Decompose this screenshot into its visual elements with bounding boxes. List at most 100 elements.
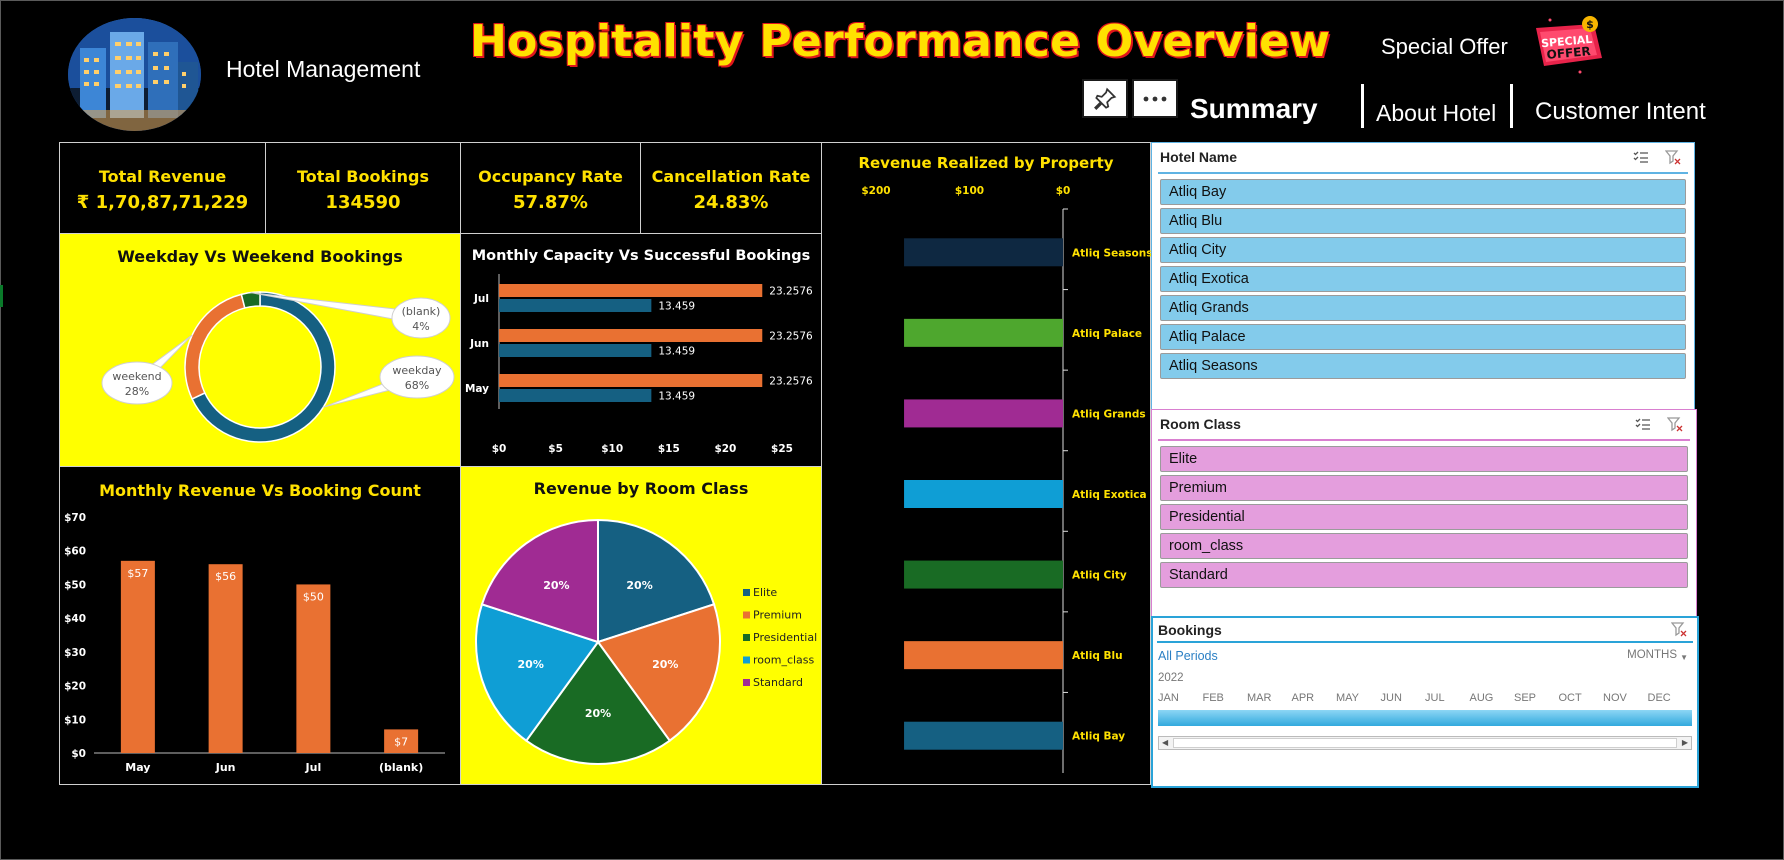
timeline-month[interactable]: MAY — [1336, 692, 1359, 704]
category-label: Atliq Bay — [1072, 731, 1125, 743]
slicer-divider — [1157, 641, 1693, 643]
multi-select-icon[interactable] — [1632, 148, 1650, 166]
x-tick-label: $25 — [771, 443, 793, 455]
bar-value-label: $7 — [394, 735, 408, 748]
bar-value-label: $56 — [215, 570, 236, 583]
timeline-month[interactable]: AUG — [1470, 692, 1494, 704]
category-label: Jul — [305, 761, 322, 774]
x-tick-label: $10 — [601, 443, 623, 455]
category-label: (blank) — [379, 761, 423, 774]
slicer-item[interactable]: room_class — [1160, 533, 1688, 559]
special-offer-label[interactable]: Special Offer — [1381, 34, 1508, 60]
timeline-month[interactable]: FEB — [1203, 692, 1224, 704]
timeline-month[interactable]: APR — [1292, 692, 1315, 704]
slicer-item[interactable]: Atliq Seasons — [1160, 353, 1686, 379]
kpi-label: Total Revenue — [98, 167, 227, 186]
category-label: Jun — [469, 338, 489, 350]
clear-filter-icon[interactable] — [1664, 148, 1682, 166]
timeline-month[interactable]: JUL — [1425, 692, 1445, 704]
donut-slice — [184, 293, 246, 400]
slicer-item[interactable]: Atliq Palace — [1160, 324, 1686, 350]
timeline-month[interactable]: SEP — [1514, 692, 1536, 704]
slicer-item[interactable]: Elite — [1160, 446, 1688, 472]
timeline-month[interactable]: OCT — [1559, 692, 1582, 704]
capacity-bar — [499, 329, 763, 342]
scroll-right-icon[interactable]: ▶ — [1682, 738, 1688, 747]
slicer-item[interactable]: Premium — [1160, 475, 1688, 501]
legend-label: Presidential — [753, 631, 817, 644]
legend-label: Elite — [753, 586, 777, 599]
clear-filter-icon[interactable] — [1666, 415, 1684, 433]
slicer-item[interactable]: Standard — [1160, 562, 1688, 588]
dashboard-title: Hospitality Performance Overview — [470, 16, 1331, 67]
legend-swatch — [743, 611, 750, 619]
timeline-title: Bookings — [1158, 622, 1222, 638]
room-class-panel: Revenue by Room Class 20% 20% 20% 20% 20% Eli… — [460, 466, 822, 785]
legend-label: Standard — [753, 676, 803, 689]
slicer-item[interactable]: Presidential — [1160, 504, 1688, 530]
slicer-title: Room Class — [1160, 416, 1241, 432]
brand-name: Hotel Management — [226, 56, 421, 82]
bar-value-label: 13.459 — [658, 301, 695, 313]
kpi-label: Total Bookings — [297, 167, 429, 186]
timeline-month[interactable]: DEC — [1648, 692, 1671, 704]
bar-value-label: $50 — [303, 590, 324, 603]
category-label: Atliq City — [1072, 570, 1127, 582]
slicer-item[interactable]: Atliq Blu — [1160, 208, 1686, 234]
timeline-month[interactable]: JAN — [1158, 692, 1179, 704]
room-class-pie: 20% 20% 20% 20% 20% Elite Premium Presidential r… — [475, 518, 817, 765]
nav-divider — [1510, 84, 1513, 128]
y-tick-label: $30 — [64, 647, 86, 659]
slicer-title: Hotel Name — [1160, 149, 1238, 165]
capacity-bar — [499, 344, 652, 357]
y-tick-label: $70 — [64, 512, 86, 524]
slicer-item[interactable]: Atliq Grands — [1160, 295, 1686, 321]
category-label: May — [465, 383, 489, 395]
legend-swatch — [743, 589, 750, 596]
x-tick-label: $0 — [1056, 185, 1071, 197]
chevron-down-icon[interactable]: ▼ — [1680, 653, 1688, 662]
capacity-bar — [499, 374, 763, 387]
property-bar — [904, 238, 1063, 267]
x-tick-label: $5 — [548, 443, 563, 455]
nav-customer-intent[interactable]: Customer Intent — [1535, 98, 1706, 126]
timeline-month[interactable]: JUN — [1381, 692, 1402, 704]
scrollbar-thumb[interactable] — [1173, 738, 1677, 748]
pin-button[interactable] — [1082, 79, 1128, 118]
slicer-item[interactable]: Atliq City — [1160, 237, 1686, 263]
clear-filter-icon[interactable] — [1670, 621, 1687, 642]
slicer-item[interactable]: Atliq Bay — [1160, 179, 1686, 205]
timeline-unit-dropdown[interactable]: MONTHS — [1627, 649, 1677, 661]
slice-value-label: 20% — [543, 579, 569, 592]
more-options-button[interactable] — [1132, 79, 1178, 118]
special-offer-badge-icon[interactable]: SPECIAL OFFER $ — [1532, 14, 1606, 76]
timeline-month[interactable]: NOV — [1603, 692, 1627, 704]
timeline-bar[interactable] — [1158, 710, 1692, 726]
timeline-month[interactable]: MAR — [1247, 692, 1271, 704]
revenue-bar — [208, 564, 243, 753]
bar-value-label: 13.459 — [658, 391, 695, 403]
y-tick-label: $10 — [64, 714, 86, 726]
capacity-bar — [499, 284, 763, 297]
slicer-item[interactable]: Atliq Exotica — [1160, 266, 1686, 292]
category-label: May — [125, 761, 150, 774]
badge-currency: $ — [1586, 18, 1594, 31]
y-tick-label: $0 — [71, 748, 86, 760]
timeline-scrollbar[interactable]: ◀ ▶ — [1158, 736, 1692, 750]
monthly-revenue-panel: Monthly Revenue Vs Booking Count $0 $10 $2… — [59, 466, 461, 785]
nav-summary[interactable]: Summary — [1190, 93, 1318, 125]
nav-about-hotel[interactable]: About Hotel — [1376, 100, 1496, 127]
slice-value-label: 4% — [412, 320, 429, 333]
revenue-bar — [120, 560, 155, 753]
property-bar — [904, 641, 1063, 670]
timeline-year: 2022 — [1158, 672, 1184, 684]
scroll-left-icon[interactable]: ◀ — [1162, 738, 1168, 747]
multi-select-icon[interactable] — [1634, 415, 1652, 433]
legend-label: Premium — [753, 609, 802, 622]
kpi-value: 57.87% — [513, 192, 588, 213]
revenue-bar — [296, 584, 331, 753]
bar-value-label: 23.2576 — [769, 286, 813, 298]
monthly-revenue-chart: $0 $10 $20 $30 $40 $50 $60 $70 $57 May $56 Jun $50 Ju… — [64, 512, 445, 774]
x-tick-label: $15 — [658, 443, 680, 455]
capacity-bar — [499, 299, 652, 312]
